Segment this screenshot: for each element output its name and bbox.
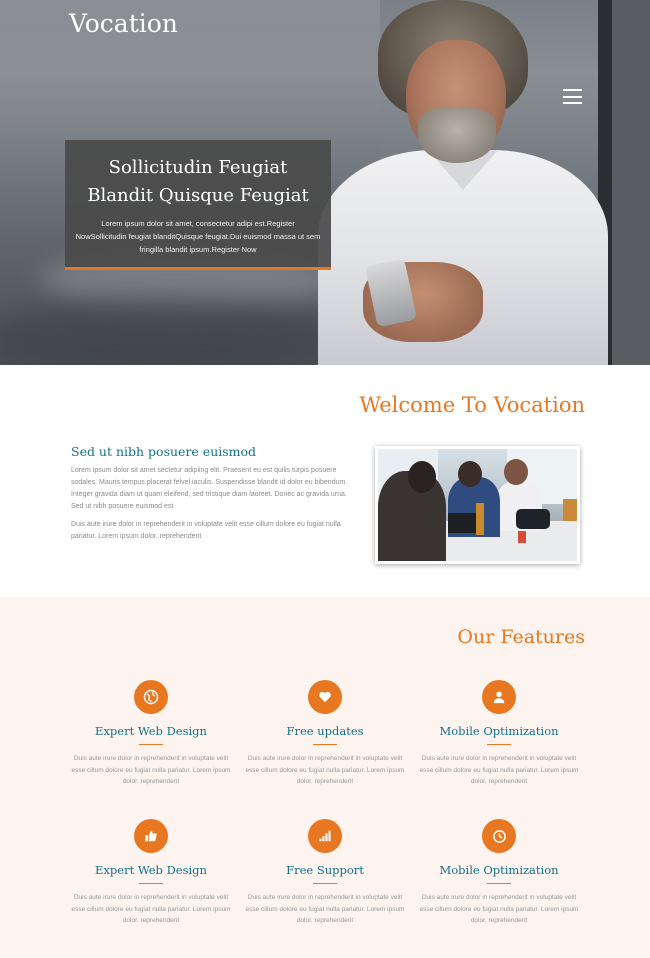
scene-person-head [458, 461, 482, 487]
feature-text: Duis aute irure dolor in reprehenderit i… [71, 755, 231, 785]
features-section: Our Features Expert Web Design Duis aute… [0, 597, 650, 958]
welcome-paragraph: Lorem ipsum dolor sit amet sectetur adip… [71, 467, 348, 510]
hero-photo-man-with-phone [318, 0, 608, 365]
welcome-heading: Welcome To Vocation [359, 393, 585, 417]
scene-person-head [408, 461, 436, 493]
feature-item: Mobile Optimization Duis aute irure dolo… [414, 819, 584, 927]
clock-icon[interactable] [482, 819, 516, 853]
feature-title: Mobile Optimization [439, 863, 559, 877]
scene-bottle [476, 503, 484, 535]
feature-text: Duis aute irure dolor in reprehenderit i… [419, 755, 579, 785]
hero-caption-box: Sollicitudin Feugiat Blandit Quisque Feu… [65, 140, 331, 270]
feature-text: Duis aute irure dolor in reprehenderit i… [245, 894, 405, 924]
heart-icon[interactable] [308, 680, 342, 714]
feature-title: Expert Web Design [95, 724, 207, 738]
feature-text: Duis aute irure dolor in reprehenderit i… [71, 894, 231, 924]
hero-title: Sollicitudin Feugiat Blandit Quisque Feu… [87, 157, 309, 206]
hamburger-menu-icon[interactable] [563, 89, 582, 104]
hamburger-line [563, 89, 582, 91]
scene-person-head [504, 459, 528, 485]
feature-item: Mobile Optimization Duis aute irure dolo… [414, 680, 584, 788]
feature-divider [487, 744, 511, 745]
feature-item: Free Support Duis aute irure dolor in re… [240, 819, 410, 927]
welcome-section: Welcome To Vocation Sed ut nibh posuere … [0, 365, 650, 597]
feature-title: Expert Web Design [95, 863, 207, 877]
feature-divider [139, 883, 163, 884]
feature-item: Free updates Duis aute irure dolor in re… [240, 680, 410, 788]
welcome-photo [375, 446, 580, 564]
hamburger-line [563, 102, 582, 104]
office-scene-image [378, 449, 577, 561]
welcome-paragraph: Duis aute irure dolor in reprehenderit i… [71, 521, 341, 540]
hero-text: Lorem ipsum dolor sit amet, consectetur … [75, 219, 321, 254]
feature-title: Free updates [286, 724, 364, 738]
features-heading: Our Features [457, 626, 585, 648]
feature-title: Free Support [286, 863, 364, 877]
bar-chart-icon[interactable] [308, 819, 342, 853]
globe-icon[interactable] [134, 680, 168, 714]
feature-item: Expert Web Design Duis aute irure dolor … [66, 819, 236, 927]
feature-divider [139, 744, 163, 745]
feature-text: Duis aute irure dolor in reprehenderit i… [419, 894, 579, 924]
feature-divider [313, 744, 337, 745]
scene-cup [518, 531, 526, 543]
hamburger-line [563, 95, 582, 98]
user-icon[interactable] [482, 680, 516, 714]
feature-divider [487, 883, 511, 884]
feature-item: Expert Web Design Duis aute irure dolor … [66, 680, 236, 788]
feature-text: Duis aute irure dolor in reprehenderit i… [245, 755, 405, 785]
scene-bag [516, 509, 550, 529]
welcome-subheading: Sed ut nibh posuere euismod [71, 444, 257, 459]
person-beard [418, 108, 496, 163]
hero-window [612, 0, 650, 365]
scene-laptop [448, 513, 476, 533]
feature-title: Mobile Optimization [439, 724, 559, 738]
hero-banner: Vocation Sollicitudin Feugiat Blandit Qu… [0, 0, 650, 365]
feature-divider [313, 883, 337, 884]
thumbs-up-icon[interactable] [134, 819, 168, 853]
site-logo[interactable]: Vocation [69, 9, 178, 38]
